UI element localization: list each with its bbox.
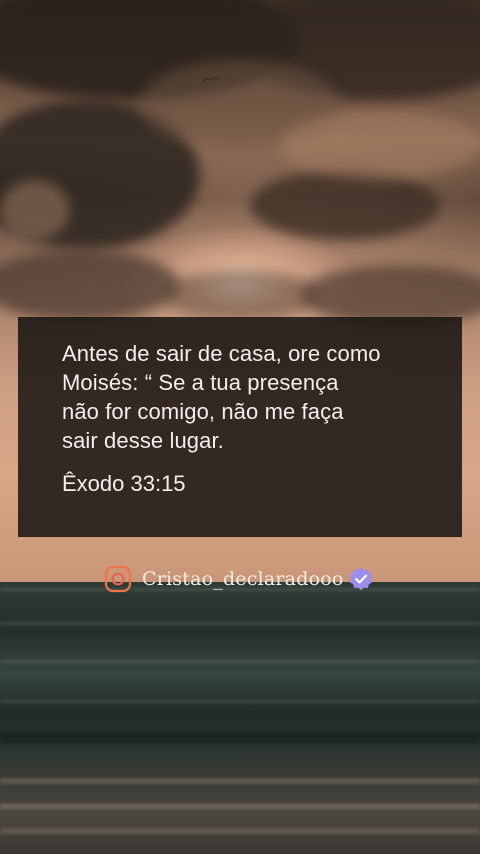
quote-card: Antes de sair de casa, ore como Moisés: … <box>18 317 462 537</box>
wave-crest <box>0 622 480 625</box>
cloud <box>300 265 480 325</box>
shore-glint <box>0 828 480 834</box>
cloud-highlight <box>280 110 480 180</box>
quote-line: Moisés: “ Se a tua presença <box>62 370 339 395</box>
shore-glint <box>0 778 480 784</box>
cloud <box>0 250 180 320</box>
wave-crest <box>0 660 480 663</box>
instagram-credit[interactable]: Cristao_declaradooo <box>104 564 374 594</box>
cloud <box>250 170 440 240</box>
quote-text: Antes de sair de casa, ore como Moisés: … <box>62 339 432 455</box>
quote-line: sair desse lugar. <box>62 428 224 453</box>
cloud <box>160 270 320 320</box>
shore-glint <box>0 804 480 809</box>
instagram-icon <box>104 565 132 593</box>
verified-badge-icon <box>349 567 372 591</box>
quote-line: Antes de sair de casa, ore como <box>62 341 381 366</box>
quote-line: não for comigo, não me faça <box>62 399 344 424</box>
sea <box>0 582 480 854</box>
cloud-highlight <box>0 180 70 240</box>
instagram-handle[interactable]: Cristao_declaradooo <box>142 568 344 590</box>
bird-icon <box>202 77 220 83</box>
wallpaper-scene: Antes de sair de casa, ore como Moisés: … <box>0 0 480 854</box>
wave-crest <box>0 732 480 744</box>
wave-crest <box>0 700 480 703</box>
bible-reference: Êxodo 33:15 <box>62 471 186 496</box>
